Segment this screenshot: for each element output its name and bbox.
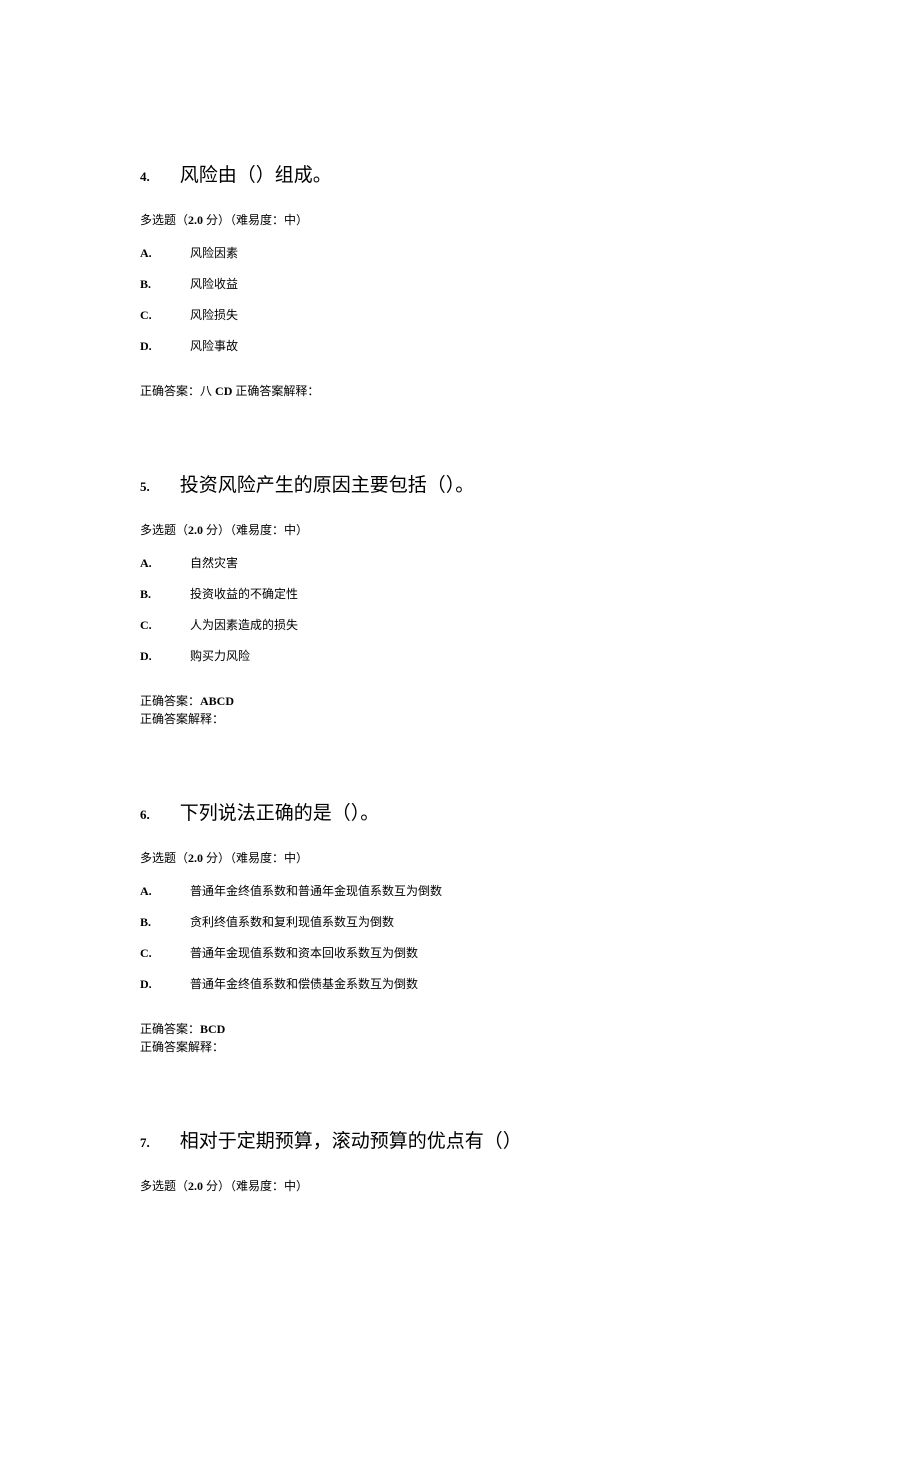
options-list: A. 自然灾害 B. 投资收益的不确定性 C. 人为因素造成的损失 D. 购买力… [140, 554, 780, 664]
question-6: 6. 下列说法正确的是（）。 多选题（2.0 分）（难易度：中） A. 普通年金… [140, 798, 780, 1056]
meta-score: 2.0 [188, 851, 203, 865]
option-letter: A. [140, 556, 190, 571]
option-b: B. 风险收益 [140, 275, 780, 292]
question-text: 风险由（）组成。 [180, 160, 332, 187]
meta-prefix: 多选题（ [140, 523, 188, 537]
option-letter: D. [140, 649, 190, 664]
answer-value-prefix: 八 [200, 384, 215, 398]
meta-score: 2.0 [188, 523, 203, 537]
question-meta: 多选题（2.0 分）（难易度：中） [140, 849, 780, 866]
option-letter: C. [140, 946, 190, 961]
question-text: 投资风险产生的原因主要包括（）。 [180, 470, 475, 497]
option-letter: D. [140, 977, 190, 992]
option-c: C. 人为因素造成的损失 [140, 616, 780, 633]
meta-score-suffix: 分） [203, 851, 230, 865]
question-title: 4. 风险由（）组成。 [140, 160, 780, 187]
option-b: B. 贪利终值系数和复利现值系数互为倒数 [140, 913, 780, 930]
option-text: 普通年金终值系数和普通年金现值系数互为倒数 [190, 882, 442, 899]
option-text: 普通年金终值系数和偿债基金系数互为倒数 [190, 975, 418, 992]
answer-block: 正确答案：ABCD 正确答案解释： [140, 692, 780, 728]
option-a: A. 风险因素 [140, 244, 780, 261]
option-c: C. 风险损失 [140, 306, 780, 323]
question-meta: 多选题（2.0 分）（难易度：中） [140, 521, 780, 538]
option-d: D. 购买力风险 [140, 647, 780, 664]
question-meta: 多选题（2.0 分）（难易度：中） [140, 1177, 780, 1194]
meta-score-suffix: 分） [203, 523, 230, 537]
meta-prefix: 多选题（ [140, 213, 188, 227]
option-text: 风险因素 [190, 244, 238, 261]
answer-value: BCD [200, 1022, 225, 1036]
option-d: D. 风险事故 [140, 337, 780, 354]
question-text: 相对于定期预算，滚动预算的优点有（） [180, 1126, 522, 1153]
question-title: 6. 下列说法正确的是（）。 [140, 798, 780, 825]
question-5: 5. 投资风险产生的原因主要包括（）。 多选题（2.0 分）（难易度：中） A.… [140, 470, 780, 728]
option-text: 购买力风险 [190, 647, 250, 664]
meta-score: 2.0 [188, 213, 203, 227]
answer-explain-label: 正确答案解释： [232, 384, 319, 398]
option-letter: D. [140, 339, 190, 354]
option-b: B. 投资收益的不确定性 [140, 585, 780, 602]
answer-label: 正确答案： [140, 1022, 200, 1036]
option-d: D. 普通年金终值系数和偿债基金系数互为倒数 [140, 975, 780, 992]
question-7: 7. 相对于定期预算，滚动预算的优点有（） 多选题（2.0 分）（难易度：中） [140, 1126, 780, 1194]
answer-explain-label: 正确答案解释： [140, 710, 780, 728]
meta-score: 2.0 [188, 1179, 203, 1193]
answer-explain-label: 正确答案解释： [140, 1038, 780, 1056]
meta-difficulty: （难易度：中） [230, 523, 308, 537]
option-text: 人为因素造成的损失 [190, 616, 298, 633]
option-text: 风险事故 [190, 337, 238, 354]
answer-label: 正确答案： [140, 694, 200, 708]
option-text: 风险收益 [190, 275, 238, 292]
option-letter: C. [140, 308, 190, 323]
answer-block: 正确答案：BCD 正确答案解释： [140, 1020, 780, 1056]
option-a: A. 自然灾害 [140, 554, 780, 571]
answer-value: CD [215, 384, 232, 398]
option-text: 自然灾害 [190, 554, 238, 571]
meta-difficulty: （难易度：中） [230, 851, 308, 865]
meta-difficulty: （难易度：中） [230, 1179, 308, 1193]
options-list: A. 风险因素 B. 风险收益 C. 风险损失 D. 风险事故 [140, 244, 780, 354]
option-letter: B. [140, 587, 190, 602]
meta-difficulty: （难易度：中） [230, 213, 308, 227]
option-letter: C. [140, 618, 190, 633]
question-number: 7. [140, 1135, 150, 1151]
question-text: 下列说法正确的是（）。 [180, 798, 380, 825]
question-number: 4. [140, 169, 150, 185]
option-text: 贪利终值系数和复利现值系数互为倒数 [190, 913, 394, 930]
option-text: 风险损失 [190, 306, 238, 323]
option-letter: B. [140, 277, 190, 292]
answer-value: ABCD [200, 694, 234, 708]
meta-prefix: 多选题（ [140, 851, 188, 865]
question-number: 5. [140, 479, 150, 495]
answer-block: 正确答案：八 CD 正确答案解释： [140, 382, 780, 400]
answer-label: 正确答案： [140, 384, 200, 398]
question-meta: 多选题（2.0 分）（难易度：中） [140, 211, 780, 228]
option-letter: B. [140, 915, 190, 930]
option-a: A. 普通年金终值系数和普通年金现值系数互为倒数 [140, 882, 780, 899]
question-4: 4. 风险由（）组成。 多选题（2.0 分）（难易度：中） A. 风险因素 B.… [140, 160, 780, 400]
question-title: 5. 投资风险产生的原因主要包括（）。 [140, 470, 780, 497]
option-letter: A. [140, 246, 190, 261]
meta-score-suffix: 分） [203, 213, 230, 227]
option-text: 普通年金现值系数和资本回收系数互为倒数 [190, 944, 418, 961]
meta-prefix: 多选题（ [140, 1179, 188, 1193]
options-list: A. 普通年金终值系数和普通年金现值系数互为倒数 B. 贪利终值系数和复利现值系… [140, 882, 780, 992]
question-number: 6. [140, 807, 150, 823]
option-c: C. 普通年金现值系数和资本回收系数互为倒数 [140, 944, 780, 961]
question-title: 7. 相对于定期预算，滚动预算的优点有（） [140, 1126, 780, 1153]
option-letter: A. [140, 884, 190, 899]
meta-score-suffix: 分） [203, 1179, 230, 1193]
option-text: 投资收益的不确定性 [190, 585, 298, 602]
